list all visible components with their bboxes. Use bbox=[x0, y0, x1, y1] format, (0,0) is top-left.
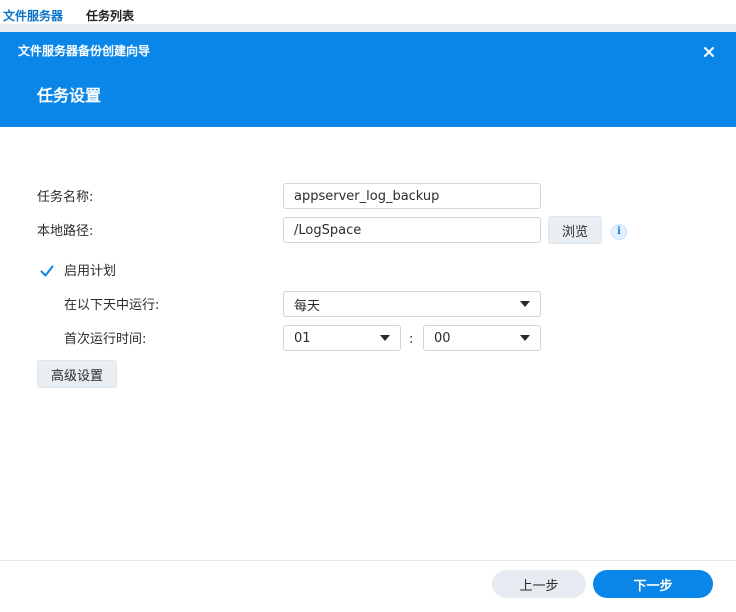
next-step-button[interactable]: 下一步 bbox=[593, 570, 713, 598]
local-path-label: 本地路径: bbox=[37, 224, 94, 239]
dialog-footer: 上一步 下一步 bbox=[0, 560, 736, 612]
dialog-window-title: 文件服务器备份创建向导 bbox=[18, 44, 151, 58]
advanced-settings-button[interactable]: 高级设置 bbox=[37, 360, 117, 388]
chevron-down-icon bbox=[520, 301, 530, 307]
first-run-minute-select[interactable]: 00 bbox=[423, 325, 541, 351]
background-tab-bar: 文件服务器 任务列表 bbox=[0, 0, 736, 32]
close-icon[interactable] bbox=[699, 42, 719, 62]
enable-schedule-label: 启用计划 bbox=[64, 264, 117, 279]
enable-schedule-checkbox[interactable] bbox=[39, 263, 55, 279]
run-on-days-label: 在以下天中运行: bbox=[64, 298, 160, 313]
info-icon[interactable]: i bbox=[611, 224, 627, 240]
browse-button[interactable]: 浏览 bbox=[548, 216, 602, 244]
background-tab-task-list[interactable]: 任务列表 bbox=[86, 8, 134, 24]
run-on-days-select[interactable]: 每天 bbox=[283, 291, 541, 317]
background-tab-file-server[interactable]: 文件服务器 bbox=[3, 8, 63, 24]
local-path-input[interactable]: /LogSpace bbox=[283, 217, 541, 243]
task-name-input[interactable]: appserver_log_backup bbox=[283, 183, 541, 209]
previous-step-button[interactable]: 上一步 bbox=[492, 570, 586, 598]
first-run-minute-value: 00 bbox=[434, 330, 451, 346]
task-name-label: 任务名称: bbox=[37, 190, 94, 205]
run-on-days-value: 每天 bbox=[294, 298, 321, 314]
wizard-step-title: 任务设置 bbox=[37, 86, 102, 105]
background-tab-bar-divider bbox=[0, 24, 736, 32]
dialog-header: 文件服务器备份创建向导 任务设置 bbox=[0, 32, 736, 127]
chevron-down-icon bbox=[520, 335, 530, 341]
chevron-down-icon bbox=[380, 335, 390, 341]
first-run-hour-value: 01 bbox=[294, 330, 311, 346]
time-separator: : bbox=[409, 332, 414, 347]
dialog-content: 任务名称: appserver_log_backup 本地路径: /LogSpa… bbox=[0, 127, 736, 560]
first-run-hour-select[interactable]: 01 bbox=[283, 325, 401, 351]
first-run-time-label: 首次运行时间: bbox=[64, 332, 147, 347]
backup-wizard-dialog: 文件服务器备份创建向导 任务设置 任务名称: appserver_log_bac… bbox=[0, 32, 736, 612]
